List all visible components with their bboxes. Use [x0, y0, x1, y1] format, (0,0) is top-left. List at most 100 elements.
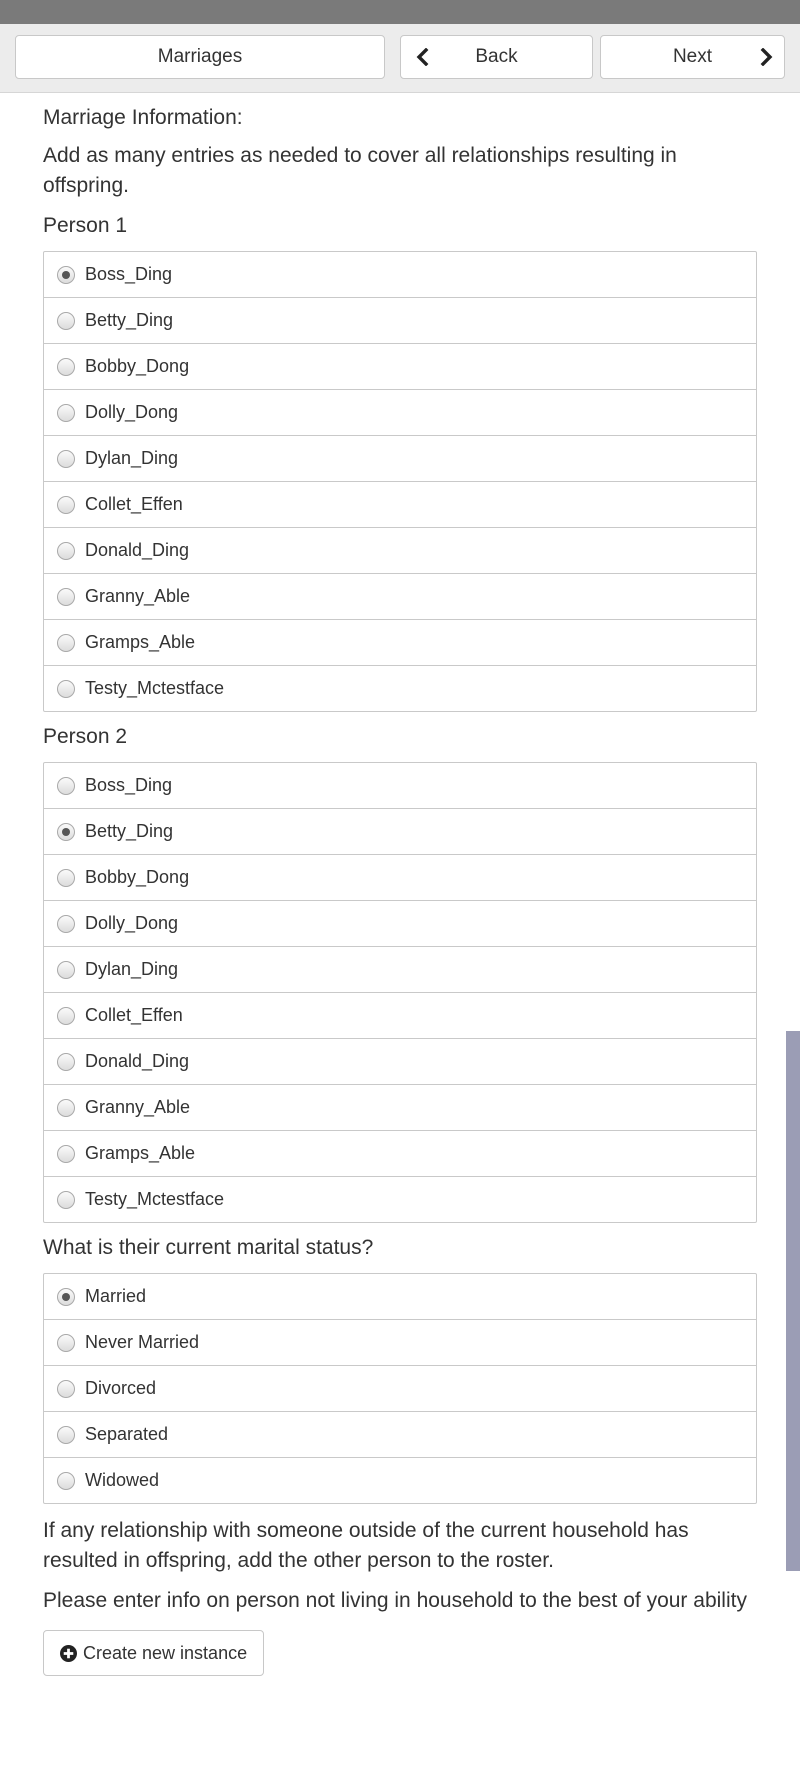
section-menu-label: Marriages	[157, 46, 243, 67]
option-label: Dylan_Ding	[85, 448, 179, 468]
radio-button[interactable]	[57, 914, 75, 933]
person2-label: Person 2	[43, 725, 128, 748]
radio-button[interactable]	[57, 679, 75, 698]
option-label: Betty_Ding	[85, 821, 174, 841]
marital-status-option[interactable]: Widowed	[44, 1458, 756, 1503]
option-label: Granny_Able	[85, 1097, 191, 1117]
radio-button[interactable]	[57, 357, 75, 376]
option-label: Granny_Able	[85, 586, 191, 606]
radio-button[interactable]	[57, 311, 75, 330]
person1-option[interactable]: Bobby_Dong	[44, 344, 756, 390]
option-label: Donald_Ding	[85, 540, 190, 560]
person1-option[interactable]: Testy_Mctestface	[44, 666, 756, 711]
option-label: Married	[85, 1286, 147, 1306]
plus-circle-icon	[60, 1644, 77, 1662]
offspring-note: If any relationship with someone outside…	[43, 1519, 689, 1572]
person2-option[interactable]: Granny_Able	[44, 1085, 756, 1131]
outside-person-note: Please enter info on person not living i…	[43, 1589, 747, 1612]
person2-option[interactable]: Gramps_Able	[44, 1131, 756, 1177]
person1-option[interactable]: Granny_Able	[44, 574, 756, 620]
radio-button[interactable]	[57, 822, 75, 841]
option-label: Separated	[85, 1424, 169, 1444]
radio-button[interactable]	[57, 1425, 75, 1444]
radio-button[interactable]	[57, 868, 75, 887]
option-label: Testy_Mctestface	[85, 1189, 225, 1209]
option-label: Donald_Ding	[85, 1051, 190, 1071]
option-label: Dolly_Dong	[85, 402, 179, 422]
top-strip	[0, 0, 800, 24]
radio-button[interactable]	[57, 960, 75, 979]
radio-button[interactable]	[57, 1287, 75, 1306]
radio-button[interactable]	[57, 1471, 75, 1490]
back-button[interactable]: Back	[400, 35, 593, 79]
option-label: Collet_Effen	[85, 1005, 183, 1025]
radio-button[interactable]	[57, 541, 75, 560]
scrollbar-thumb[interactable]	[786, 1031, 800, 1571]
person1-option[interactable]: Boss_Ding	[44, 252, 756, 298]
create-new-instance-button[interactable]: Create new instance	[43, 1630, 265, 1676]
radio-button[interactable]	[57, 1006, 75, 1025]
radio-button[interactable]	[57, 587, 75, 606]
option-label: Boss_Ding	[85, 775, 173, 795]
radio-button[interactable]	[57, 1190, 75, 1209]
marital-status-label: What is their current marital status?	[43, 1236, 374, 1259]
person1-option[interactable]: Betty_Ding	[44, 298, 756, 344]
person1-option[interactable]: Dylan_Ding	[44, 436, 756, 482]
next-label: Next	[672, 46, 713, 67]
radio-button[interactable]	[57, 403, 75, 422]
chevron-left-icon	[415, 36, 429, 78]
person2-option[interactable]: Donald_Ding	[44, 1039, 756, 1085]
page-title: Marriage Information:	[43, 106, 243, 129]
radio-button[interactable]	[57, 633, 75, 652]
marital-status-option[interactable]: Divorced	[44, 1366, 756, 1412]
radio-button[interactable]	[57, 1333, 75, 1352]
person2-option[interactable]: Dylan_Ding	[44, 947, 756, 993]
option-label: Divorced	[85, 1378, 157, 1398]
form-content: Marriage Information: Add as many entrie…	[43, 92, 757, 1676]
option-label: Gramps_Able	[85, 632, 196, 652]
option-label: Boss_Ding	[85, 264, 173, 284]
person1-option[interactable]: Dolly_Dong	[44, 390, 756, 436]
person2-option[interactable]: Testy_Mctestface	[44, 1177, 756, 1222]
person2-option[interactable]: Betty_Ding	[44, 809, 756, 855]
radio-button[interactable]	[57, 1098, 75, 1117]
option-label: Dolly_Dong	[85, 913, 179, 933]
section-menu-button[interactable]: Marriages	[15, 35, 385, 79]
person1-option[interactable]: Gramps_Able	[44, 620, 756, 666]
back-label: Back	[475, 46, 518, 67]
person1-label: Person 1	[43, 214, 128, 237]
person1-radio-group: Boss_Ding Betty_Ding Bobby_Dong Dolly_Dong D…	[43, 251, 757, 712]
option-label: Collet_Effen	[85, 494, 183, 514]
marital-status-option[interactable]: Married	[44, 1274, 756, 1320]
option-label: Testy_Mctestface	[85, 678, 225, 698]
marital-status-option[interactable]: Separated	[44, 1412, 756, 1458]
radio-button[interactable]	[57, 1052, 75, 1071]
radio-button[interactable]	[57, 1144, 75, 1163]
person2-option[interactable]: Boss_Ding	[44, 763, 756, 809]
next-button[interactable]: Next	[600, 35, 785, 79]
nav-bar: Marriages Back Next	[0, 24, 800, 93]
option-label: Widowed	[85, 1470, 160, 1490]
marital-status-radio-group: Married Never Married Divorced Separated Wid…	[43, 1273, 757, 1504]
radio-button[interactable]	[57, 1379, 75, 1398]
chevron-right-icon	[760, 36, 774, 78]
radio-button[interactable]	[57, 776, 75, 795]
radio-button[interactable]	[57, 265, 75, 284]
person2-radio-group: Boss_Ding Betty_Ding Bobby_Dong Dolly_Dong D…	[43, 762, 757, 1223]
radio-button[interactable]	[57, 449, 75, 468]
person2-option[interactable]: Collet_Effen	[44, 993, 756, 1039]
person2-option[interactable]: Dolly_Dong	[44, 901, 756, 947]
intro-text: Add as many entries as needed to cover a…	[43, 144, 677, 197]
person2-option[interactable]: Bobby_Dong	[44, 855, 756, 901]
option-label: Dylan_Ding	[85, 959, 179, 979]
radio-button[interactable]	[57, 495, 75, 514]
create-new-instance-label: Create new instance	[83, 1642, 248, 1663]
option-label: Betty_Ding	[85, 310, 174, 330]
marital-status-option[interactable]: Never Married	[44, 1320, 756, 1366]
option-label: Never Married	[85, 1332, 200, 1352]
option-label: Bobby_Dong	[85, 356, 190, 376]
option-label: Bobby_Dong	[85, 867, 190, 887]
person1-option[interactable]: Donald_Ding	[44, 528, 756, 574]
person1-option[interactable]: Collet_Effen	[44, 482, 756, 528]
option-label: Gramps_Able	[85, 1143, 196, 1163]
